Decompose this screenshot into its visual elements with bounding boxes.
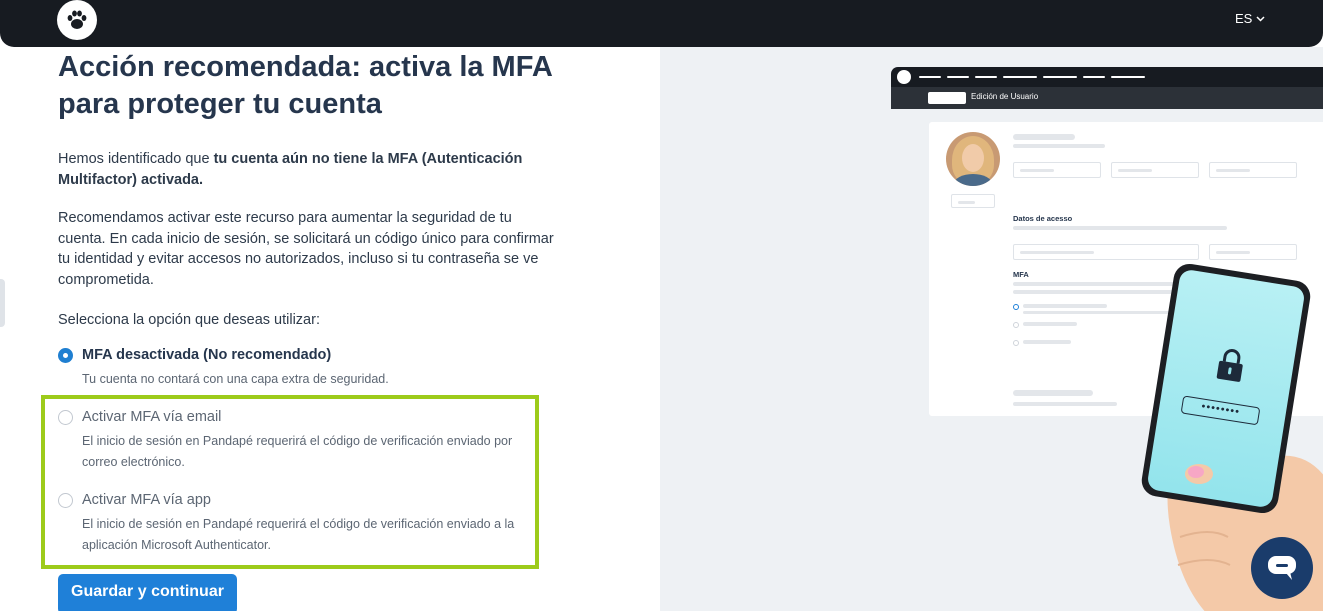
option-label: MFA desactivada (No recomendado) xyxy=(82,347,332,363)
password-mask: •••••••• xyxy=(1180,395,1261,426)
top-bar: ES xyxy=(0,0,1323,47)
chat-icon xyxy=(1268,556,1296,580)
language-selector[interactable]: ES xyxy=(1235,11,1265,26)
select-prompt: Selecciona la opción que deseas utilizar… xyxy=(58,312,320,328)
mfa-label: MFA xyxy=(1013,270,1029,279)
illustration-panel: Edición de Usuario Datos de acesso MFA •… xyxy=(660,47,1323,611)
avatar xyxy=(946,132,1000,186)
thumb-illustration xyxy=(1185,464,1213,484)
lock-icon xyxy=(1216,349,1243,382)
intro-prefix: Hemos identificado que xyxy=(58,151,214,167)
mockup-section-title: Edición de Usuario xyxy=(971,92,1039,101)
radio-mfa-disabled[interactable] xyxy=(58,348,73,363)
paw-icon[interactable] xyxy=(57,0,97,40)
chevron-down-icon xyxy=(1256,15,1265,22)
intro-text: Hemos identificado que tu cuenta aún no … xyxy=(58,149,558,190)
access-label: Datos de acesso xyxy=(1013,214,1073,223)
options-highlight-box xyxy=(41,395,539,569)
language-label: ES xyxy=(1235,11,1253,26)
mockup-subbar: Edición de Usuario xyxy=(891,87,1323,109)
paw-icon xyxy=(897,70,911,84)
mockup-topbar xyxy=(891,67,1323,87)
mfa-content: Acción recomendada: activa la MFA para p… xyxy=(58,47,558,331)
description-text: Recomendamos activar este recurso para a… xyxy=(58,210,554,288)
page-title: Acción recomendada: activa la MFA para p… xyxy=(58,51,552,120)
chat-button[interactable] xyxy=(1251,537,1313,599)
side-tab[interactable] xyxy=(0,279,5,327)
save-continue-button[interactable]: Guardar y continuar xyxy=(58,574,237,611)
option-description: Tu cuenta no contará con una capa extra … xyxy=(82,372,389,386)
